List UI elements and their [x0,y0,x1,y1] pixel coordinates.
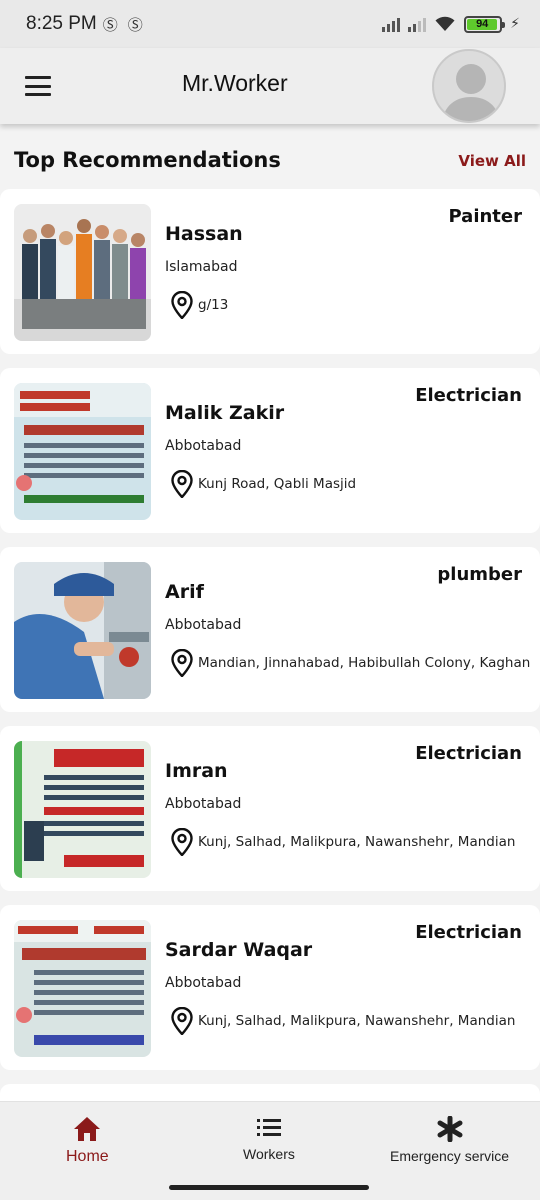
worker-card[interactable]: Malik Zakir Electrician Abbotabad Kunj R… [0,368,540,533]
sync-icon: Ⓢ [127,15,143,34]
worker-card[interactable]: Imran Electrician Abbotabad Kunj, Salhad… [0,726,540,891]
battery-icon: 94 [464,15,506,33]
worker-card[interactable]: Sardar Waqar Electrician Abbotabad Kunj,… [0,905,540,1070]
section-title: Top Recommendations [14,148,281,172]
list-icon [256,1119,281,1136]
worker-card[interactable]: Hassan Painter Islamabad g/13 [0,189,540,354]
worker-photo [14,920,151,1057]
status-time: 8:25 PM [26,13,97,34]
asterisk-icon [437,1116,463,1142]
charging-icon: ⚡ [510,16,520,32]
cellular-signal-icon [408,16,427,32]
location-pin-icon [171,828,193,856]
location-pin-icon [171,470,193,498]
user-icon [441,64,501,121]
worker-address: g/13 [198,297,229,313]
nav-workers[interactable]: Workers [243,1116,295,1162]
worker-name: Imran [165,760,228,782]
battery-level: 94 [467,18,498,30]
status-bar: 8:25 PM Ⓢ Ⓢ 94 ⚡ [0,0,540,48]
home-icon [74,1117,101,1141]
location-pin-icon [171,291,193,319]
worker-address: Kunj, Salhad, Malikpura, Nawanshehr, Man… [198,1013,516,1029]
worker-name: Malik Zakir [165,402,285,424]
section-header: Top Recommendations View All [0,140,540,184]
nav-emergency-service[interactable]: Emergency service [390,1116,509,1164]
sync-icon: Ⓢ [102,15,118,34]
worker-photo [14,562,151,699]
app-bar: Mr.Worker [0,48,540,124]
nav-workers-label: Workers [243,1146,295,1162]
worker-address: Kunj, Salhad, Malikpura, Nawanshehr, Man… [198,834,516,850]
location-pin-icon [171,1007,193,1035]
worker-category: Painter [448,206,522,227]
worker-category: plumber [437,564,522,585]
view-all-link[interactable]: View All [458,152,526,170]
home-indicator[interactable] [169,1185,369,1190]
nav-home-label: Home [66,1148,109,1165]
cellular-signal-icon [382,16,401,32]
wifi-icon [435,16,455,31]
worker-name: Arif [165,581,204,603]
worker-city: Abbotabad [165,617,242,633]
nav-emergency-service-label: Emergency service [390,1148,510,1164]
worker-city: Islamabad [165,259,238,275]
worker-address: Kunj Road, Qabli Masjid [198,476,357,492]
app-title: Mr.Worker [182,70,288,96]
avatar[interactable] [432,49,506,123]
worker-address: Mandian, Jinnahabad, Habibullah Colony, … [198,655,531,671]
worker-category: Electrician [415,743,522,764]
worker-photo [14,383,151,520]
worker-category: Electrician [415,922,522,943]
location-pin-icon [171,649,193,677]
worker-city: Abbotabad [165,438,242,454]
worker-city: Abbotabad [165,975,242,991]
nav-home[interactable]: Home [66,1116,109,1166]
worker-name: Hassan [165,223,243,245]
worker-card[interactable]: Arif plumber Abbotabad Mandian, Jinnahab… [0,547,540,712]
worker-photo [14,741,151,878]
worker-name: Sardar Waqar [165,939,313,961]
worker-photo [14,204,151,341]
menu-button[interactable] [25,76,51,96]
worker-city: Abbotabad [165,796,242,812]
worker-category: Electrician [415,385,522,406]
